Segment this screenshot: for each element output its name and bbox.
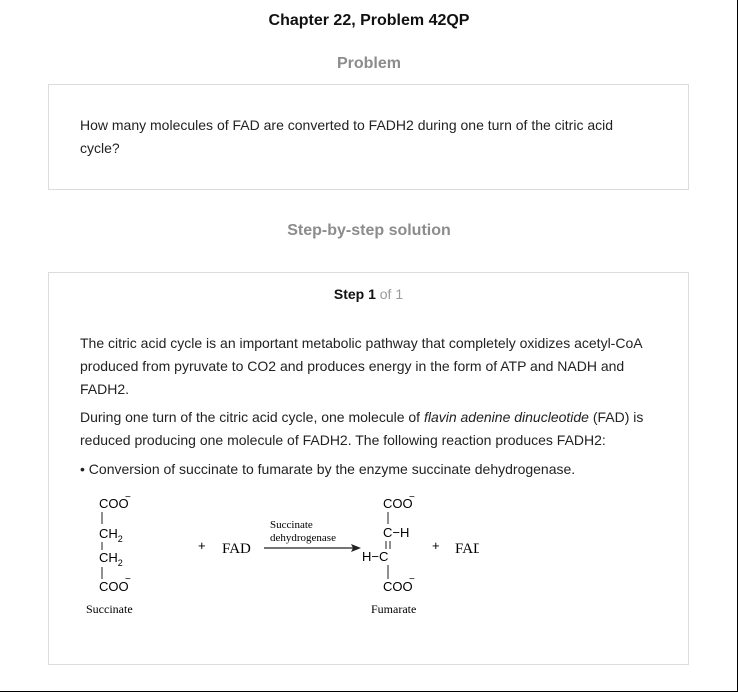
- plus-sign-2: +: [432, 538, 440, 553]
- bullet-item: • Conversion of succinate to fumarate by…: [80, 461, 576, 477]
- fumarate-ch-top: C−H: [383, 525, 409, 540]
- solution-paragraph-1: The citric acid cycle is an important me…: [80, 335, 642, 397]
- succinate-charge-bottom: −: [125, 574, 131, 585]
- fumarate-structure: COO − C−H H−C COO − Fumarate: [362, 492, 416, 616]
- step-header: Step 1 of 1: [49, 286, 688, 302]
- enzyme-label-line-1: Succinate: [270, 519, 313, 531]
- fumarate-label: Fumarate: [371, 602, 416, 616]
- paragraph-2-start: During one turn of the citric acid cycle…: [80, 409, 424, 425]
- solution-heading: Step-by-step solution: [287, 222, 451, 239]
- paragraph-2-italic: flavin adenine dinucleotide: [423, 409, 589, 425]
- problem-box: How many molecules of FAD are converted …: [48, 84, 689, 190]
- fumarate-charge-top: −: [409, 492, 415, 503]
- problem-heading: Problem: [336, 55, 401, 72]
- succinate-charge-top: −: [125, 492, 131, 503]
- succinate-structure: COO − CH2 CH2 COO − Succinate: [86, 492, 133, 616]
- succinate-ch-1: CH2: [99, 526, 123, 544]
- fumarate-charge-bottom: −: [409, 574, 415, 585]
- step-count: of 1: [379, 286, 404, 302]
- solution-box: Step 1 of 1 The citric acid cycle is an …: [48, 272, 689, 665]
- enzyme-label-line-2: dehydrogenase: [270, 532, 336, 544]
- solution-paragraph-2: During one turn of the citric acid cycle…: [80, 406, 665, 452]
- problem-text: How many molecules of FAD are converted …: [80, 117, 614, 156]
- succinate-ch-2: CH2: [99, 550, 123, 568]
- reaction-arrow: Succinate dehydrogenase: [264, 519, 361, 552]
- step-label: Step 1: [333, 286, 376, 302]
- plus-sign-1: +: [198, 538, 206, 553]
- succinate-label: Succinate: [86, 602, 133, 616]
- fumarate-hc-bottom: H−C: [362, 549, 388, 564]
- fadh2-product: FADH2: [455, 541, 479, 560]
- reaction-diagram: COO − CH2 CH2 COO − Succinate + FAD Succ…: [86, 492, 479, 616]
- page-title: Chapter 22, Problem 42QP: [268, 12, 470, 29]
- fad-reactant: FAD: [222, 541, 251, 557]
